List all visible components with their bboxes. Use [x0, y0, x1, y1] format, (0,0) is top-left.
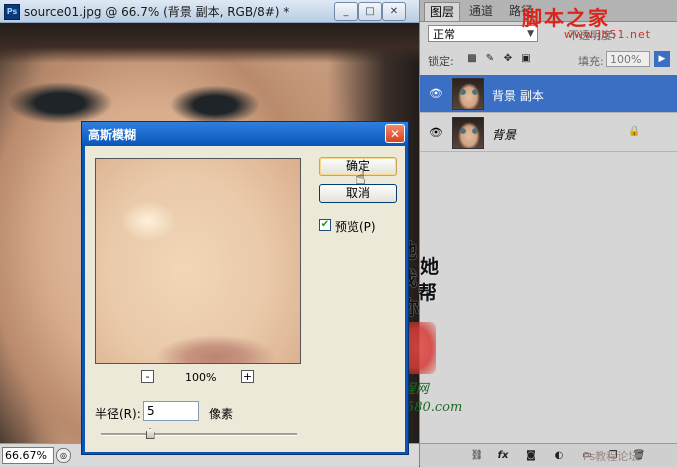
- lock-icon: 🔒: [628, 126, 641, 137]
- document-title: source01.jpg @ 66.7% (背景 副本, RGB/8#) *: [24, 5, 290, 19]
- layer-thumbnail: [452, 78, 484, 110]
- zoom-out-button[interactable]: -: [141, 370, 154, 383]
- maximize-button[interactable]: □: [358, 2, 382, 21]
- site-logo-watermark: 脚本之家: [522, 6, 610, 30]
- corner-watermark: Ps教程论坛: [583, 450, 640, 463]
- tab-channels[interactable]: 通道: [464, 2, 498, 20]
- eye-icon[interactable]: 👁: [428, 127, 444, 139]
- tab-layers[interactable]: 图层: [424, 2, 461, 21]
- site-url-watermark: www.jb51.net: [564, 28, 652, 41]
- radius-unit: 像素: [209, 407, 234, 421]
- layer-name: 背景: [492, 128, 517, 142]
- radius-slider-track[interactable]: [101, 433, 297, 436]
- eye-icon[interactable]: 👁: [428, 88, 444, 100]
- calligraphy-char: 她: [420, 256, 440, 278]
- preview-zoom-level: 100%: [185, 371, 217, 384]
- close-window-button[interactable]: ✕: [382, 2, 406, 21]
- link-icon[interactable]: ⛓: [470, 449, 484, 462]
- preview-label: 预览(P): [335, 220, 376, 234]
- lock-transparency-icon[interactable]: ▩: [466, 53, 478, 65]
- radius-slider-thumb[interactable]: [145, 428, 155, 439]
- blend-mode-value: 正常: [433, 28, 455, 41]
- zoom-field[interactable]: 66.67%: [2, 447, 54, 464]
- blur-preview[interactable]: [95, 158, 301, 364]
- dialog-titlebar[interactable]: 高斯模糊 ✕: [82, 122, 408, 146]
- adjustment-icon[interactable]: ◐: [552, 449, 566, 462]
- status-info-icon[interactable]: ◎: [56, 448, 71, 463]
- mask-icon[interactable]: ◙: [524, 449, 538, 462]
- canvas-hair-region: [0, 23, 419, 63]
- close-icon[interactable]: ✕: [385, 124, 405, 143]
- layer-name: 背景 副本: [492, 89, 544, 103]
- lock-row: 锁定: ▩ ✎ ✥ ▣ 填充: 100% ▶: [420, 48, 677, 72]
- preview-checkbox[interactable]: ✔: [319, 219, 331, 231]
- fx-icon[interactable]: fx: [496, 449, 510, 462]
- radius-label: 半径(R):: [95, 407, 141, 421]
- gaussian-blur-dialog: 高斯模糊 ✕ - 100% + 确定 取消 ☝ ✔ 预览(P) 半径(R): 像…: [81, 121, 409, 455]
- lock-label: 锁定:: [428, 55, 454, 68]
- zoom-in-button[interactable]: +: [241, 370, 254, 383]
- document-titlebar[interactable]: Ps source01.jpg @ 66.7% (背景 副本, RGB/8#) …: [0, 0, 419, 23]
- layer-thumbnail: [452, 117, 484, 149]
- dialog-title: 高斯模糊: [88, 128, 137, 142]
- layers-list: 👁 背景 副本 👁 背景 🔒: [420, 73, 677, 153]
- minimize-button[interactable]: _: [334, 2, 358, 21]
- layer-row-background[interactable]: 👁 背景 🔒: [420, 114, 677, 152]
- lock-all-icon[interactable]: ▣: [520, 53, 532, 65]
- layers-panel: 图层 通道 路径 正常 ▼ 不透明度: 锁定: ▩ ✎ ✥ ▣ 填充: 100%…: [420, 0, 677, 467]
- layer-row-background-copy[interactable]: 👁 背景 副本: [420, 75, 677, 113]
- photoshop-icon: Ps: [4, 4, 20, 20]
- fill-label: 填充:: [578, 55, 604, 68]
- hand-cursor-icon: ☝: [355, 168, 366, 189]
- radius-input[interactable]: [143, 401, 199, 421]
- dialog-body: - 100% + 确定 取消 ☝ ✔ 预览(P) 半径(R): 像素: [85, 146, 405, 452]
- fill-arrow-icon[interactable]: ▶: [654, 51, 670, 67]
- calligraphy-char: 帮: [418, 282, 438, 304]
- lock-brush-icon[interactable]: ✎: [484, 53, 496, 65]
- fill-input[interactable]: 100%: [606, 51, 650, 67]
- lock-move-icon[interactable]: ✥: [502, 53, 514, 65]
